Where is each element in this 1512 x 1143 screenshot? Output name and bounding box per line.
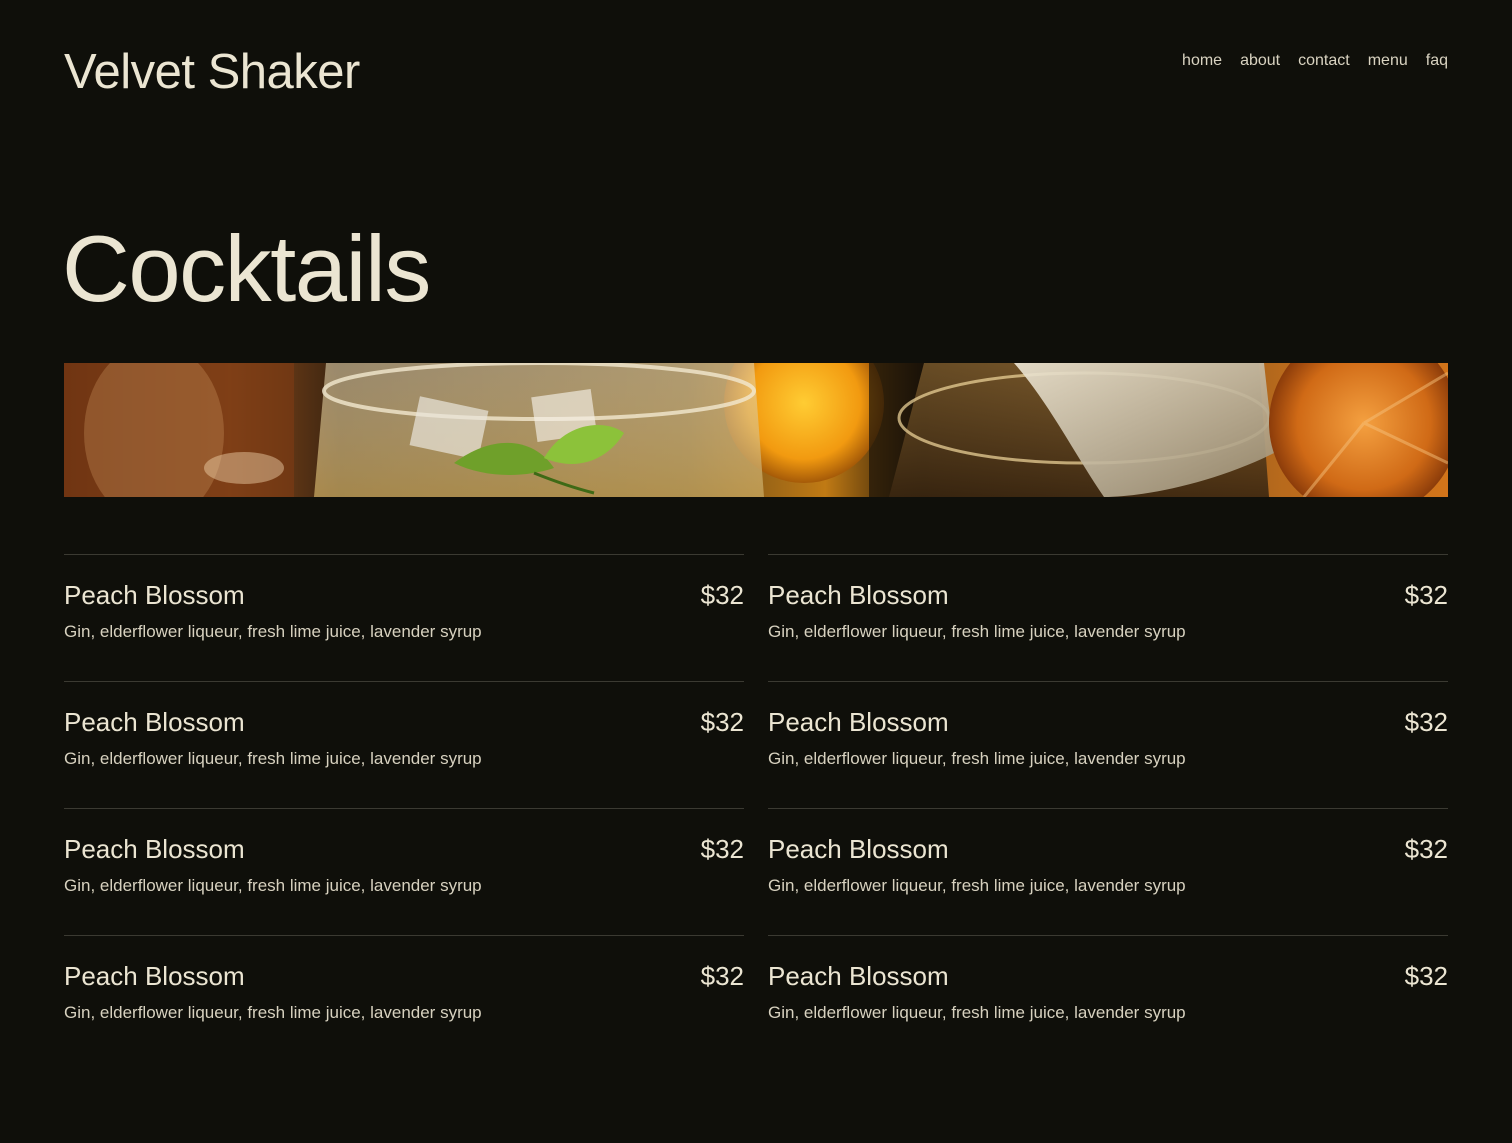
nav-link-faq[interactable]: faq [1426,51,1448,71]
menu-item-price: $32 [700,834,744,864]
menu-item-name: Peach Blossom [768,834,949,864]
nav-link-contact[interactable]: contact [1298,51,1350,71]
menu-item-description: Gin, elderflower liqueur, fresh lime jui… [768,1003,1186,1022]
menu-item: Peach Blossom $32 Gin, elderflower lique… [64,808,744,935]
menu-item-name: Peach Blossom [64,961,245,991]
menu-item: Peach Blossom $32 Gin, elderflower lique… [768,935,1448,1062]
main-nav: home about contact menu faq [1182,51,1448,71]
menu-item-name: Peach Blossom [768,707,949,737]
page-title: Cocktails [62,216,431,321]
menu-item-name: Peach Blossom [64,707,245,737]
menu-item: Peach Blossom $32 Gin, elderflower lique… [768,808,1448,935]
menu-item-price: $32 [700,580,744,610]
nav-link-about[interactable]: about [1240,51,1280,71]
menu-item-name: Peach Blossom [768,580,949,610]
cocktail-menu-list: Peach Blossom $32 Gin, elderflower lique… [64,554,1448,1062]
menu-item-description: Gin, elderflower liqueur, fresh lime jui… [768,876,1186,895]
menu-item-price: $32 [1404,580,1448,610]
menu-item-price: $32 [1404,834,1448,864]
menu-item: Peach Blossom $32 Gin, elderflower lique… [64,554,744,681]
menu-item-description: Gin, elderflower liqueur, fresh lime jui… [64,749,482,768]
menu-item-description: Gin, elderflower liqueur, fresh lime jui… [64,1003,482,1022]
brand-logo[interactable]: Velvet Shaker [64,44,360,100]
menu-item-price: $32 [1404,961,1448,991]
menu-item: Peach Blossom $32 Gin, elderflower lique… [768,554,1448,681]
menu-item-description: Gin, elderflower liqueur, fresh lime jui… [768,622,1186,641]
menu-item-name: Peach Blossom [768,961,949,991]
menu-item: Peach Blossom $32 Gin, elderflower lique… [64,681,744,808]
menu-item-description: Gin, elderflower liqueur, fresh lime jui… [64,876,482,895]
menu-item: Peach Blossom $32 Gin, elderflower lique… [64,935,744,1062]
menu-item-description: Gin, elderflower liqueur, fresh lime jui… [768,749,1186,768]
site-header: Velvet Shaker home about contact menu fa… [64,40,1448,104]
nav-link-home[interactable]: home [1182,51,1222,71]
cocktail-banner-image [64,363,1448,497]
menu-item-name: Peach Blossom [64,834,245,864]
menu-item-name: Peach Blossom [64,580,245,610]
menu-item-price: $32 [1404,707,1448,737]
menu-item: Peach Blossom $32 Gin, elderflower lique… [768,681,1448,808]
menu-item-price: $32 [700,961,744,991]
nav-link-menu[interactable]: menu [1368,51,1408,71]
menu-item-description: Gin, elderflower liqueur, fresh lime jui… [64,622,482,641]
menu-item-price: $32 [700,707,744,737]
